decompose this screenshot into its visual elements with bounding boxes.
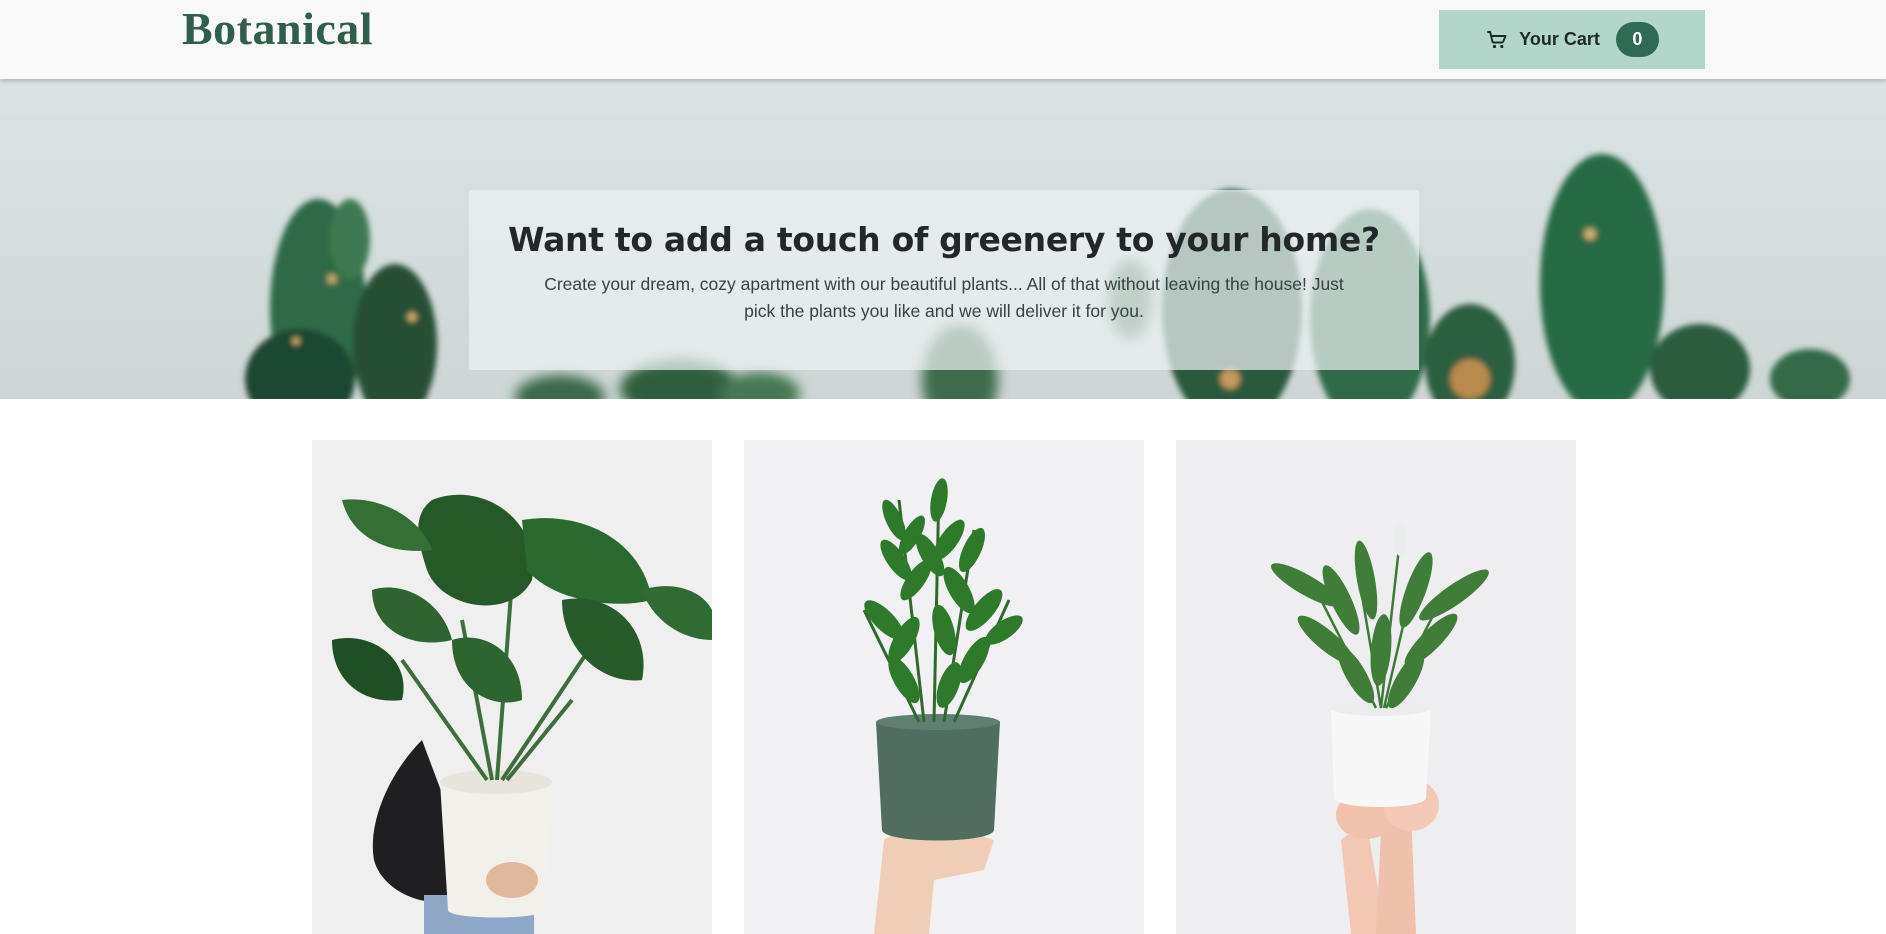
monstera-plant-image: [312, 440, 712, 934]
product-card-peace-lily[interactable]: [1176, 440, 1576, 934]
site-header: Botanical Your Cart 0: [0, 0, 1886, 79]
cart-button[interactable]: Your Cart 0: [1439, 10, 1705, 69]
hero-title: Want to add a touch of greenery to your …: [508, 220, 1380, 259]
cart-label: Your Cart: [1519, 29, 1600, 49]
hero-text-card: Want to add a touch of greenery to your …: [469, 190, 1419, 370]
peace-lily-image: [1176, 440, 1576, 934]
shopping-cart-icon: [1487, 30, 1507, 48]
cart-count-badge: 0: [1615, 22, 1659, 57]
product-card-monstera[interactable]: [312, 440, 712, 934]
product-card-zz-plant[interactable]: [744, 440, 1144, 934]
hero-banner: Want to add a touch of greenery to your …: [0, 79, 1886, 399]
zz-plant-image: [744, 440, 1144, 934]
hero-description: Create your dream, cozy apartment with o…: [544, 274, 1344, 321]
site-logo[interactable]: Botanical: [182, 2, 373, 55]
